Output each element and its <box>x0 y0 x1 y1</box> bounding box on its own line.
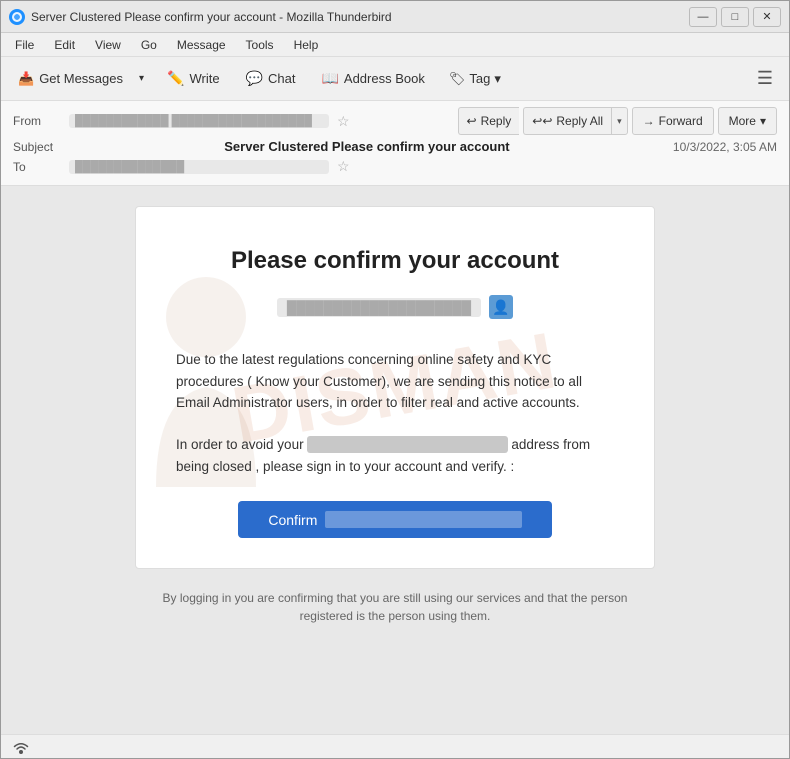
menu-edit[interactable]: Edit <box>46 36 83 54</box>
menu-file[interactable]: File <box>7 36 42 54</box>
more-dropdown-icon: ▾ <box>760 114 766 128</box>
to-row: To ██████████████ ☆ <box>13 158 777 175</box>
get-messages-label: Get Messages <box>39 71 123 86</box>
status-bar <box>1 734 789 758</box>
confirm-label: Confirm <box>268 512 317 528</box>
paragraph2-address: ████████████████████ <box>307 436 507 453</box>
email-card-content: Please confirm your account ████████████… <box>176 247 614 538</box>
menu-go[interactable]: Go <box>133 36 165 54</box>
recipient-email: ████████████████████ <box>277 298 481 317</box>
body-paragraph-2: In order to avoid your █████████████████… <box>176 434 614 477</box>
tag-icon: 🏷 <box>449 71 466 87</box>
forward-icon: → <box>643 114 655 128</box>
date-value: 10/3/2022, 3:05 AM <box>673 140 777 154</box>
to-star-icon[interactable]: ☆ <box>337 158 350 175</box>
forward-button[interactable]: → Forward <box>632 107 714 135</box>
tag-label: Tag <box>469 71 490 86</box>
minimize-button[interactable]: — <box>689 7 717 27</box>
wifi-icon <box>11 737 31 757</box>
tag-dropdown-icon: ▾ <box>494 71 501 87</box>
window-title: Server Clustered Please confirm your acc… <box>31 10 689 24</box>
reply-all-icon: ↩↩ <box>532 114 552 128</box>
subject-label: Subject <box>13 140 61 154</box>
maximize-button[interactable]: □ <box>721 7 749 27</box>
chat-label: Chat <box>268 71 295 86</box>
paragraph2-pre: In order to avoid your <box>176 437 304 452</box>
card-title: Please confirm your account <box>176 247 614 275</box>
title-bar: Server Clustered Please confirm your acc… <box>1 1 789 33</box>
email-footer: By logging in you are confirming that yo… <box>145 589 645 625</box>
reply-group: ↩ Reply <box>458 107 520 135</box>
to-value: ██████████████ <box>69 160 329 174</box>
hamburger-menu-button[interactable]: ☰ <box>749 63 781 95</box>
reply-button[interactable]: ↩ Reply <box>458 107 520 135</box>
reply-label: Reply <box>481 114 512 128</box>
more-button[interactable]: More ▾ <box>718 107 777 135</box>
get-messages-dropdown-button[interactable]: ▾ <box>132 63 152 95</box>
window-controls: — □ ✕ <box>689 7 781 27</box>
toolbar: 📥 Get Messages ▾ ✏️ Write 💬 Chat 📖 Addre… <box>1 57 789 101</box>
tag-button[interactable]: 🏷 Tag ▾ <box>440 63 510 95</box>
write-label: Write <box>189 71 219 86</box>
get-messages-group: 📥 Get Messages ▾ <box>9 63 152 95</box>
email-content-area: DISMAN Please confirm your account █████… <box>1 186 789 734</box>
email-card: DISMAN Please confirm your account █████… <box>135 206 655 569</box>
confirm-btn-row: Confirm ████████████████████ <box>176 501 614 538</box>
recipient-row: ████████████████████ 👤 <box>176 295 614 319</box>
subject-row: Subject Server Clustered Please confirm … <box>13 139 777 154</box>
address-book-label: Address Book <box>344 71 425 86</box>
menu-tools[interactable]: Tools <box>238 36 282 54</box>
app-icon <box>9 9 25 25</box>
chat-icon: 💬 <box>246 70 263 87</box>
from-row: From ████████████ ██████████████████ ☆ ↩… <box>13 107 777 135</box>
from-label: From <box>13 114 61 128</box>
menu-view[interactable]: View <box>87 36 129 54</box>
menu-help[interactable]: Help <box>286 36 327 54</box>
from-value: ████████████ ██████████████████ <box>69 114 329 128</box>
email-header-area: From ████████████ ██████████████████ ☆ ↩… <box>1 101 789 186</box>
address-book-button[interactable]: 📖 Address Book <box>310 63 435 95</box>
reply-all-button[interactable]: ↩↩ Reply All <box>523 107 611 135</box>
close-button[interactable]: ✕ <box>753 7 781 27</box>
to-label: To <box>13 160 61 174</box>
reply-all-label: Reply All <box>556 114 603 128</box>
main-window: Server Clustered Please confirm your acc… <box>0 0 790 759</box>
more-label: More <box>729 114 756 128</box>
star-icon[interactable]: ☆ <box>337 113 350 130</box>
address-book-icon: 📖 <box>321 70 338 87</box>
menu-message[interactable]: Message <box>169 36 234 54</box>
write-button[interactable]: ✏️ Write <box>156 63 231 95</box>
reply-all-group: ↩↩ Reply All ▾ <box>523 107 627 135</box>
forward-label: Forward <box>659 114 703 128</box>
menu-bar: File Edit View Go Message Tools Help <box>1 33 789 57</box>
inbox-icon: 📥 <box>18 71 34 87</box>
confirm-button[interactable]: Confirm ████████████████████ <box>238 501 551 538</box>
reply-icon: ↩ <box>467 114 477 128</box>
reply-all-dropdown-button[interactable]: ▾ <box>611 107 628 135</box>
body-paragraph-1: Due to the latest regulations concerning… <box>176 349 614 414</box>
subject-value: Server Clustered Please confirm your acc… <box>224 139 509 154</box>
chat-button[interactable]: 💬 Chat <box>235 63 307 95</box>
write-icon: ✏️ <box>167 70 184 87</box>
person-icon: 👤 <box>489 295 513 319</box>
email-actions: ↩ Reply ↩↩ Reply All ▾ → Forward More <box>458 107 777 135</box>
confirm-url: ████████████████████ <box>325 511 521 528</box>
get-messages-button[interactable]: 📥 Get Messages <box>9 63 132 95</box>
